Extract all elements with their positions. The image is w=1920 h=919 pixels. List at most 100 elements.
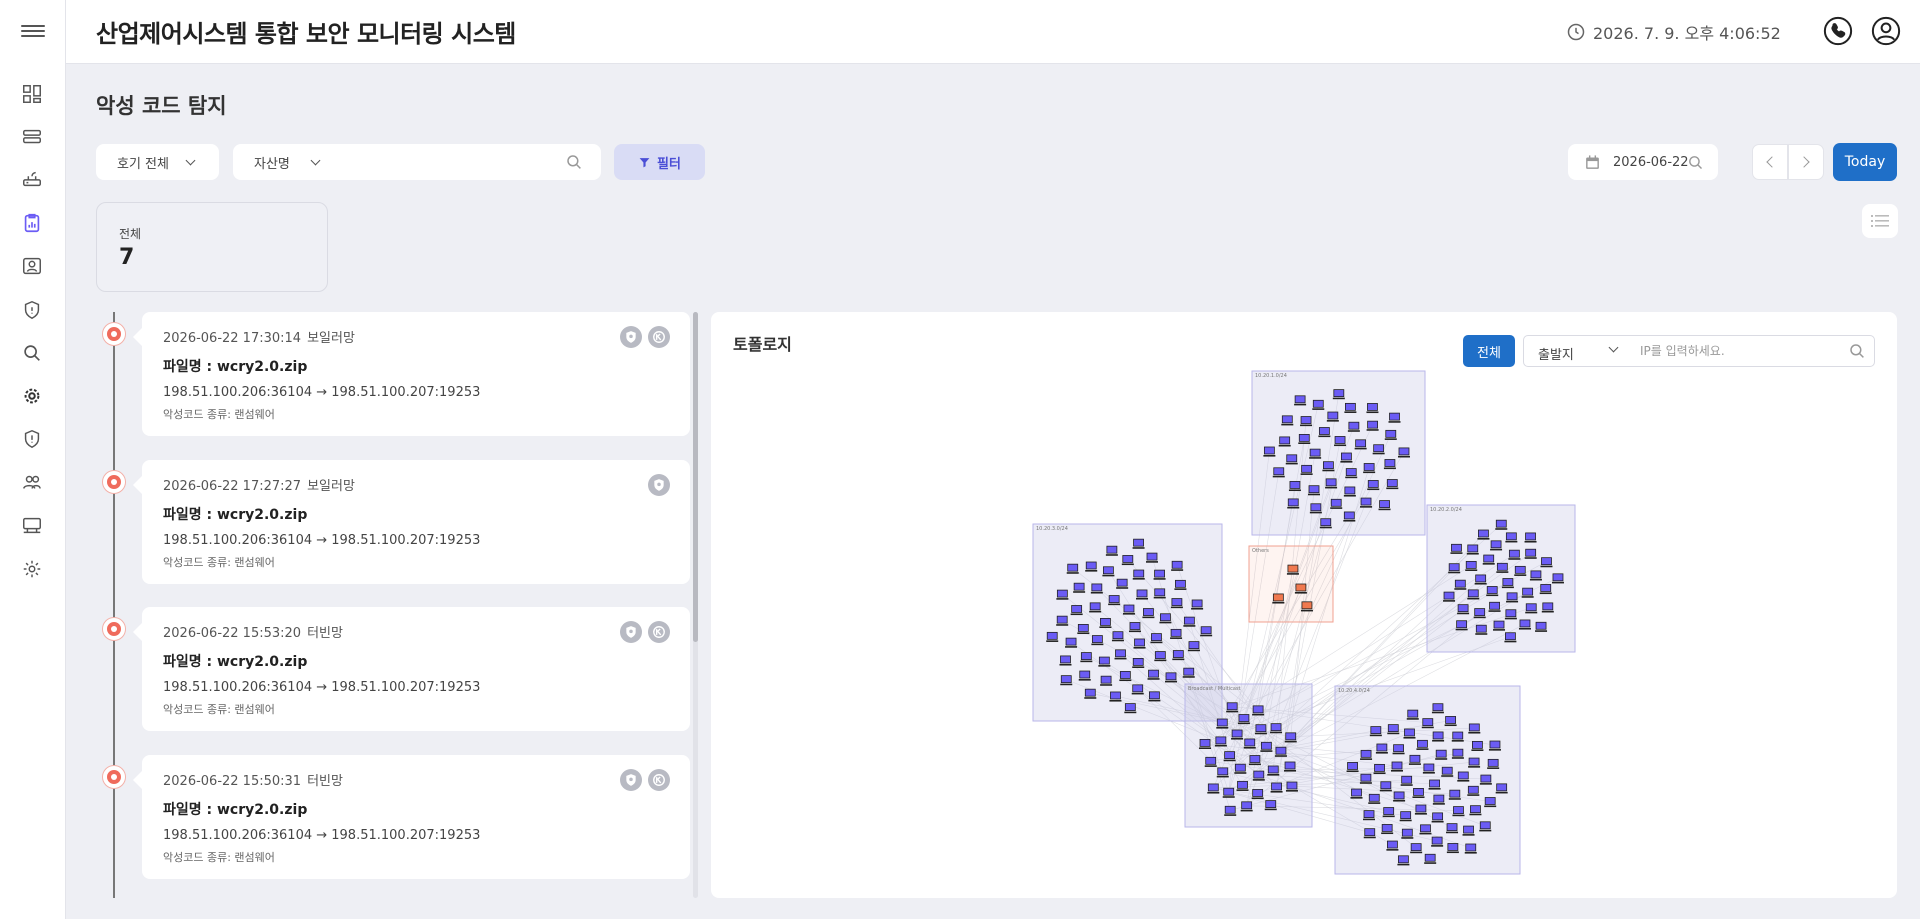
shield-icon[interactable]: [19, 297, 45, 323]
topology-node[interactable]: [1421, 718, 1434, 729]
search-icon[interactable]: [565, 153, 583, 171]
topology-node[interactable]: [1089, 602, 1102, 613]
topology-node[interactable]: [1446, 823, 1459, 834]
topology-node[interactable]: [1090, 583, 1103, 594]
topology-node[interactable]: [1448, 563, 1461, 574]
topology-node[interactable]: [1322, 461, 1335, 472]
topology-node[interactable]: [1105, 545, 1118, 556]
topology-node[interactable]: [1288, 481, 1301, 492]
topology-node[interactable]: [1541, 602, 1554, 613]
topology-node[interactable]: [1133, 638, 1146, 649]
topology-node[interactable]: [1252, 705, 1265, 716]
event-card[interactable]: 2026-06-22 17:27:27 보일러망 파일명 : wcry2.0.zip…: [133, 460, 690, 584]
shield-virus-icon[interactable]: [620, 621, 642, 643]
topology-node[interactable]: [1452, 806, 1465, 817]
topology-node[interactable]: [1270, 723, 1283, 734]
topology-node[interactable]: [1375, 743, 1388, 754]
topology-node[interactable]: [1334, 436, 1347, 447]
topology-node[interactable]: [1300, 464, 1313, 475]
topology-node[interactable]: [1234, 763, 1247, 774]
topology-node[interactable]: [1482, 554, 1495, 565]
topology-node[interactable]: [1248, 755, 1261, 766]
topology-node[interactable]: [1132, 538, 1145, 549]
topology-node[interactable]: [1287, 498, 1300, 509]
topology-node[interactable]: [1474, 574, 1487, 585]
topology-node[interactable]: [1263, 446, 1276, 457]
topology-node[interactable]: [1224, 805, 1237, 816]
topology-node[interactable]: [1466, 544, 1479, 555]
router-icon[interactable]: [19, 166, 45, 192]
event-card[interactable]: 2026-06-22 17:30:14 보일러망 파일명 : wcry2.0.zip…: [133, 312, 690, 436]
topology-node[interactable]: [1119, 671, 1132, 682]
topology-node[interactable]: [1136, 589, 1149, 600]
topology-node[interactable]: [1451, 731, 1464, 742]
topology-node[interactable]: [1435, 749, 1448, 760]
topology-node[interactable]: [1260, 741, 1273, 752]
topology-node[interactable]: [1454, 579, 1467, 590]
topology-node[interactable]: [1264, 800, 1277, 811]
topology-node[interactable]: [1525, 603, 1538, 614]
event-card[interactable]: 2026-06-22 15:50:31 터빈망 파일명 : wcry2.0.zip 1…: [133, 755, 690, 879]
board-icon[interactable]: [19, 512, 45, 538]
topology-node[interactable]: [1444, 716, 1457, 727]
topology-node[interactable]: [1070, 605, 1083, 616]
topology-node[interactable]: [1278, 436, 1291, 447]
topology-node[interactable]: [1524, 548, 1537, 559]
topology-node[interactable]: [1294, 395, 1307, 406]
topology-node[interactable]: [1360, 497, 1373, 508]
topology-node[interactable]: [1488, 740, 1501, 751]
topology-node[interactable]: [1495, 519, 1508, 530]
topology-node[interactable]: [1372, 444, 1385, 455]
topology-node[interactable]: [1099, 618, 1112, 629]
topology-node[interactable]: [1490, 540, 1503, 551]
topology-node[interactable]: [1467, 785, 1480, 796]
topology-node[interactable]: [1359, 773, 1372, 784]
scrollbar-thumb[interactable]: [693, 312, 698, 642]
topology-node[interactable]: [1393, 791, 1406, 802]
topology-node[interactable]: [1431, 703, 1444, 714]
topology-node[interactable]: [1391, 761, 1404, 772]
topology-group-box[interactable]: [1248, 545, 1334, 623]
topology-node[interactable]: [1284, 732, 1297, 743]
search-icon[interactable]: [19, 340, 45, 366]
shield-virus-icon[interactable]: [620, 769, 642, 791]
topology-node[interactable]: [1432, 794, 1445, 805]
topology-node[interactable]: [1170, 628, 1183, 639]
monitor-user-icon[interactable]: [19, 253, 45, 279]
topology-node[interactable]: [1346, 762, 1359, 773]
topology-node[interactable]: [1272, 467, 1285, 478]
dashboard-icon[interactable]: [19, 81, 45, 107]
topology-node[interactable]: [1150, 633, 1163, 644]
blocked-icon[interactable]: [648, 621, 670, 643]
topology-node[interactable]: [1170, 598, 1183, 609]
topology-node[interactable]: [1108, 595, 1121, 606]
topology-node[interactable]: [1400, 775, 1413, 786]
topology-node[interactable]: [1312, 399, 1325, 410]
topology-node[interactable]: [1240, 801, 1253, 812]
topology-node[interactable]: [1373, 764, 1386, 775]
topology-node[interactable]: [1414, 804, 1427, 815]
shield-virus-icon[interactable]: [648, 474, 670, 496]
topology-node[interactable]: [1078, 670, 1091, 681]
topology-node[interactable]: [1204, 756, 1217, 767]
topology-node[interactable]: [1495, 783, 1508, 794]
topology-node[interactable]: [1270, 782, 1283, 793]
blocked-icon[interactable]: [648, 326, 670, 348]
topology-node[interactable]: [1387, 724, 1400, 735]
topology-node[interactable]: [1540, 557, 1553, 568]
topology-node[interactable]: [1410, 843, 1423, 854]
topology-graph[interactable]: 10.20.1.0/24 10.20.3.0/24 Others 10.20.2.0/…: [711, 312, 1897, 898]
topology-node[interactable]: [1504, 609, 1517, 620]
topology-node[interactable]: [1132, 569, 1145, 580]
topology-node[interactable]: [1488, 601, 1501, 612]
topology-node[interactable]: [1386, 840, 1399, 851]
topology-node[interactable]: [1128, 622, 1141, 633]
topology-node[interactable]: [1345, 468, 1358, 479]
topology-node[interactable]: [1109, 691, 1122, 702]
topology-node[interactable]: [1148, 691, 1161, 702]
topology-node[interactable]: [1493, 620, 1506, 631]
topology-node[interactable]: [1388, 412, 1401, 423]
topology-node[interactable]: [1187, 641, 1200, 652]
topology-node[interactable]: [1366, 403, 1379, 414]
topology-node[interactable]: [1392, 744, 1405, 755]
